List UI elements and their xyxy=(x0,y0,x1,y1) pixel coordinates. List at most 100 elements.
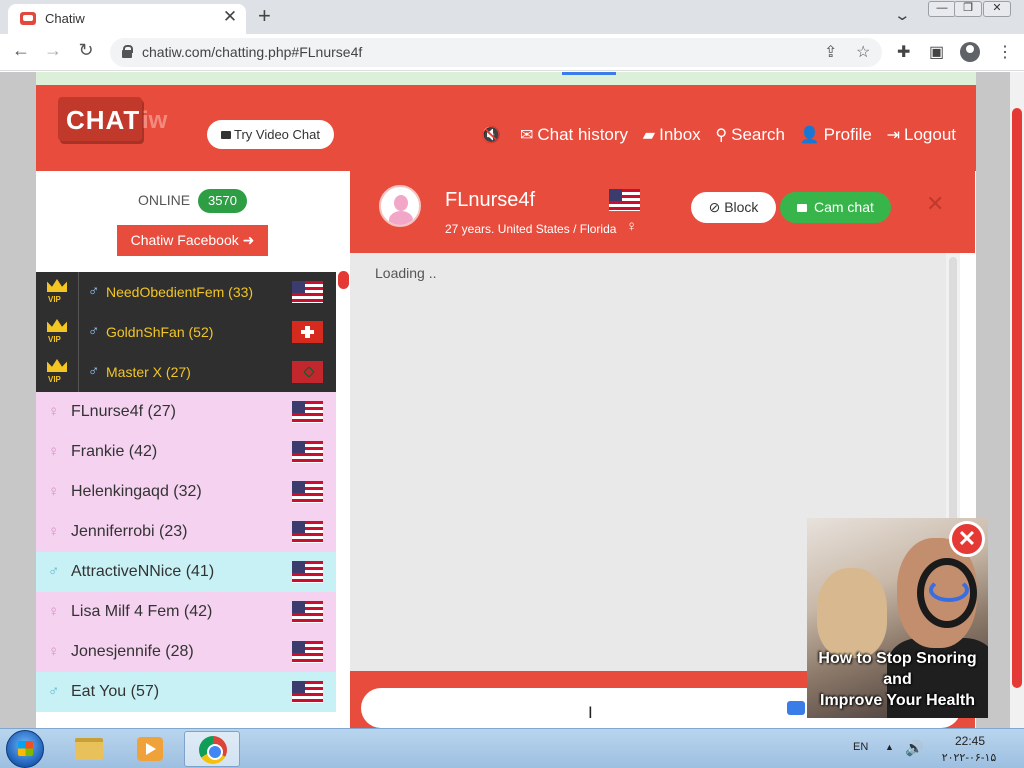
vip-crown-icon: VIP xyxy=(45,319,69,347)
user-list-item[interactable]: ♂ AttractiveNNice (41) xyxy=(36,552,336,592)
user-name: NeedObedientFem (33) xyxy=(106,284,254,300)
tab-close-icon[interactable]: ✕ xyxy=(220,7,240,27)
advertisement-popup[interactable]: How to Stop Snoring and Improve Your Hea… xyxy=(807,518,988,718)
us-flag-icon xyxy=(292,441,323,463)
forward-icon[interactable]: → xyxy=(42,40,64,61)
ad-image-blue-strap xyxy=(929,578,969,602)
user-list-item[interactable]: VIP ♂ Master X (27) xyxy=(36,352,336,392)
us-flag-icon xyxy=(292,481,323,503)
ad-caption: How to Stop Snoring and Improve Your Hea… xyxy=(807,648,988,711)
clock-time[interactable]: 22:45 xyxy=(950,734,990,748)
chrome-icon xyxy=(199,736,227,764)
user-list-item[interactable]: ♀ Jonesjennife (28) xyxy=(36,632,336,672)
block-icon: ⊘ xyxy=(708,199,721,215)
chatiw-facebook-button[interactable]: Chatiw Facebook ➜ xyxy=(117,225,268,256)
language-indicator[interactable]: EN xyxy=(853,741,868,753)
ad-caption-line2: and xyxy=(883,671,912,688)
user-list-item[interactable]: ♂ Eat You (57) xyxy=(36,672,336,712)
us-flag-icon xyxy=(292,281,323,303)
sidebar-scroll-thumb[interactable] xyxy=(338,271,349,289)
windows-taskbar: EN ▲ 🔊 22:45 ۲۰۲۲-۰۶-۱۵ xyxy=(0,728,1024,768)
user-name: FLnurse4f (27) xyxy=(71,403,176,420)
user-list-item[interactable]: ♀ Lisa Milf 4 Fem (42) xyxy=(36,592,336,632)
try-video-label: Try Video Chat xyxy=(234,127,320,142)
vip-divider xyxy=(78,312,79,352)
logout-label: Logout xyxy=(904,125,956,144)
online-label: ONLINE xyxy=(138,192,191,208)
nav-search[interactable]: ⚲ Search xyxy=(715,125,785,144)
logo-text-suffix: iw xyxy=(142,107,168,134)
chatiw-logo[interactable]: CHAT iw xyxy=(58,97,173,147)
nav-inbox[interactable]: ▰ Inbox xyxy=(643,125,701,144)
user-list-item[interactable]: ♀ FLnurse4f (27) xyxy=(36,392,336,432)
top-notification-strip xyxy=(36,72,976,85)
folder-icon xyxy=(75,738,103,760)
new-tab-button[interactable]: + xyxy=(258,3,271,29)
address-bar[interactable]: chatiw.com/chatting.php#FLnurse4f ⇪ ☆ xyxy=(110,38,882,67)
taskbar-explorer[interactable] xyxy=(60,731,116,767)
sidebar-scrollbar[interactable] xyxy=(337,271,349,728)
page-scroll-thumb[interactable] xyxy=(1012,108,1022,688)
bookmark-star-icon[interactable]: ☆ xyxy=(856,42,870,62)
user-list-item[interactable]: VIP ♂ GoldnShFan (52) xyxy=(36,312,336,352)
user-name: GoldnShFan (52) xyxy=(106,324,214,340)
vip-divider xyxy=(78,272,79,312)
nav-logout[interactable]: ⇥ Logout xyxy=(887,125,956,144)
profile-avatar-icon[interactable] xyxy=(960,42,980,62)
restore-button[interactable]: ❐ xyxy=(954,1,982,17)
cam-chat-button[interactable]: Cam chat xyxy=(780,192,891,223)
extensions-icon[interactable]: ✚ xyxy=(897,42,910,62)
female-icon: ♀ xyxy=(48,643,60,660)
user-list-item[interactable]: ♀ Jenniferrobi (23) xyxy=(36,512,336,552)
mute-icon: 🔇 xyxy=(481,127,502,144)
reload-icon[interactable]: ↻ xyxy=(75,40,97,61)
vip-label: VIP xyxy=(48,295,61,304)
minimize-button[interactable]: — xyxy=(928,1,956,17)
ad-image-woman xyxy=(817,568,887,658)
try-video-chat-button[interactable]: Try Video Chat xyxy=(207,120,334,149)
share-icon[interactable]: ⇪ xyxy=(824,42,837,62)
chat-user-avatar[interactable] xyxy=(379,185,421,227)
browser-tab[interactable]: Chatiw ✕ xyxy=(8,4,246,34)
taskbar-chrome[interactable] xyxy=(184,731,240,767)
tab-title: Chatiw xyxy=(45,11,85,26)
text-cursor-icon: I xyxy=(588,703,593,722)
us-flag-icon xyxy=(292,561,323,583)
volume-icon[interactable]: 🔊 xyxy=(905,739,924,757)
side-panel-icon[interactable]: ▣ xyxy=(929,42,944,62)
chat-header: FLnurse4f 27 years. United States / Flor… xyxy=(350,171,975,253)
back-icon[interactable]: ← xyxy=(10,40,32,61)
block-button[interactable]: ⊘ Block xyxy=(691,192,776,223)
user-list-item[interactable]: ♀ Helenkingaqd (32) xyxy=(36,472,336,512)
vip-crown-icon: VIP xyxy=(45,359,69,387)
clock-date[interactable]: ۲۰۲۲-۰۶-۱۵ xyxy=(938,751,1000,764)
tray-expand-icon[interactable]: ▲ xyxy=(885,742,894,752)
user-icon: 👤 xyxy=(799,127,820,144)
video-camera-icon xyxy=(221,131,231,139)
search-label: Search xyxy=(731,125,786,144)
menu-kebab-icon[interactable]: ⋮ xyxy=(997,42,1013,62)
close-chat-icon[interactable]: ✕ xyxy=(926,191,944,217)
progress-indicator xyxy=(562,72,616,75)
send-photo-camera-icon[interactable] xyxy=(787,701,805,715)
user-list-item[interactable]: ♀ Frankie (42) xyxy=(36,432,336,472)
block-label: Block xyxy=(724,199,759,215)
user-name: AttractiveNNice (41) xyxy=(71,563,215,580)
female-icon: ♀ xyxy=(48,403,60,420)
mute-button[interactable]: 🔇 xyxy=(481,125,505,144)
user-list-item[interactable]: VIP ♂ NeedObedientFem (33) xyxy=(36,272,336,312)
window-close-button[interactable]: ✕ xyxy=(983,1,1011,17)
taskbar-media-player[interactable] xyxy=(122,731,178,767)
chat-user-name[interactable]: FLnurse4f xyxy=(445,189,535,212)
chat-history-label: Chat history xyxy=(537,125,629,144)
lock-icon[interactable] xyxy=(122,45,133,58)
start-button[interactable] xyxy=(6,730,44,768)
tab-search-chevron-icon[interactable]: ⌄ xyxy=(893,6,911,24)
page-scrollbar[interactable] xyxy=(1010,72,1024,728)
media-player-icon xyxy=(137,737,163,761)
user-sidebar: ONLINE 3570 Chatiw Facebook ➜ VIP ♂ NeedOb… xyxy=(36,171,350,728)
url-text[interactable]: chatiw.com/chatting.php#FLnurse4f xyxy=(142,44,362,60)
nav-profile[interactable]: 👤 Profile xyxy=(800,125,872,144)
nav-chat-history[interactable]: ✉ Chat history xyxy=(520,125,628,144)
ad-close-button[interactable]: ✕ xyxy=(949,521,985,557)
